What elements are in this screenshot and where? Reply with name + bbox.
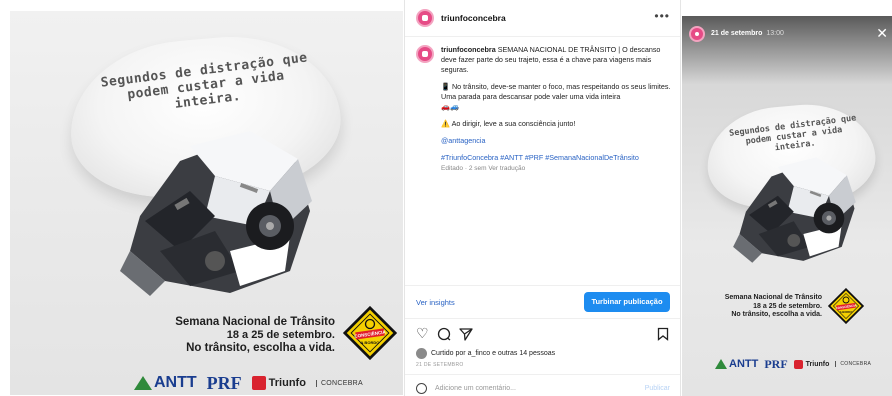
- divider: [405, 374, 680, 375]
- antt-triangle-icon: [715, 359, 727, 369]
- post-meta[interactable]: Editado · 2 sem Ver tradução: [441, 165, 525, 172]
- poster-caption-line2: 18 a 25 de setembro.: [226, 329, 335, 341]
- prf-logo: PRF: [206, 372, 242, 393]
- story-date-text: 21 de setembro: [711, 30, 763, 37]
- comment-input[interactable]: Adicione um comentário...: [435, 385, 516, 392]
- poster-caption: Semana Nacional de Trânsito 18 a 25 de s…: [175, 316, 335, 355]
- profile-avatar[interactable]: [416, 9, 434, 27]
- post-caption: triunfoconcebra SEMANA NACIONAL DE TRÂNS…: [441, 45, 673, 181]
- poster-caption-line1: Semana Nacional de Trânsito: [175, 316, 335, 328]
- story-triunfo-logo-text: Triunfo: [805, 360, 830, 368]
- poster-caption-line3: No trânsito, escolha a vida.: [186, 342, 335, 354]
- triunfo-mark-icon: [793, 359, 803, 369]
- crashed-truck-image: [120, 121, 320, 301]
- emoji-picker-icon[interactable]: [416, 383, 427, 394]
- story-caption-line3: No trânsito, escolha a vida.: [731, 311, 822, 318]
- bookmark-icon[interactable]: [657, 327, 669, 341]
- boost-post-button[interactable]: Turbinar publicação: [584, 292, 670, 312]
- liker-avatar[interactable]: [416, 348, 427, 359]
- caption-paragraph-2: No trânsito, deve-se manter o foco, mas …: [441, 82, 671, 101]
- publish-comment-button[interactable]: Publicar: [645, 385, 670, 392]
- liked-by-text[interactable]: Curtido por a_finco e outras 14 pessoas: [431, 350, 555, 357]
- post-date: 21 DE SETEMBRO: [416, 362, 464, 368]
- divider: [405, 285, 680, 286]
- antt-logo: ANTT: [134, 374, 197, 392]
- post-username[interactable]: triunfoconcebra: [441, 13, 506, 23]
- story-viewer: 21 de setembro 13:00 ✕ Segundos de distra…: [682, 16, 892, 396]
- car-emoji-icon: 🚗🚙: [441, 102, 459, 111]
- story-caption-line1: Semana Nacional de Trânsito: [724, 294, 822, 301]
- concebra-logo: CONCEBRA: [315, 379, 363, 387]
- story-caption: Semana Nacional de Trânsito 18 a 25 de s…: [725, 294, 822, 320]
- story-truck-image: [732, 151, 862, 266]
- hashtags-link[interactable]: #TriunfoConcebra #ANTT #PRF #SemanaNacio…: [441, 153, 639, 162]
- story-antt-logo: ANTT: [715, 358, 758, 370]
- divider: [405, 318, 680, 319]
- triunfo-logo: Triunfo: [251, 376, 306, 390]
- warning-emoji-icon: ⚠️: [441, 119, 450, 128]
- more-options-icon[interactable]: •••: [654, 9, 670, 23]
- comment-icon[interactable]: [437, 327, 451, 341]
- story-time: 13:00: [766, 30, 784, 37]
- view-insights-link[interactable]: Ver insights: [416, 298, 455, 307]
- triunfo-mark-icon: [251, 376, 266, 390]
- antt-triangle-icon: [134, 376, 152, 390]
- story-prf-logo: PRF: [764, 356, 788, 371]
- like-heart-icon[interactable]: ♡: [416, 325, 429, 342]
- instagram-post-panel: triunfoconcebra ••• triunfoconcebra SEMA…: [404, 0, 681, 396]
- caption-paragraph-3: Ao dirigir, leve a sua consciência junto…: [451, 119, 576, 128]
- triunfo-logo-text: Triunfo: [268, 377, 306, 389]
- mention-link[interactable]: @anttagencia: [441, 136, 485, 145]
- antt-logo-text: ANTT: [154, 374, 197, 391]
- story-avatar[interactable]: [689, 26, 705, 42]
- caption-avatar[interactable]: [416, 45, 434, 63]
- post-header: triunfoconcebra •••: [405, 0, 680, 37]
- smartphone-emoji-icon: 📱: [441, 82, 450, 91]
- campaign-poster: Segundos de distração que podem custar a…: [10, 11, 403, 395]
- story-sponsor-logos: ANTT PRF Triunfo CONCEBRA: [715, 356, 871, 372]
- consciencia-a-bordo-sign: [343, 306, 397, 360]
- story-date: 21 de setembro 13:00: [711, 30, 784, 37]
- story-consciencia-sign: [828, 288, 864, 324]
- close-icon[interactable]: ✕: [876, 25, 888, 42]
- story-caption-line2: 18 a 25 de setembro.: [753, 302, 822, 310]
- story-triunfo-logo: Triunfo: [793, 359, 830, 369]
- story-antt-logo-text: ANTT: [729, 358, 759, 370]
- story-concebra-logo: CONCEBRA: [835, 361, 871, 367]
- sponsor-logos: ANTT PRF Triunfo CONCEBRA: [134, 371, 363, 395]
- caption-username[interactable]: triunfoconcebra: [441, 45, 496, 54]
- share-icon[interactable]: [459, 327, 473, 341]
